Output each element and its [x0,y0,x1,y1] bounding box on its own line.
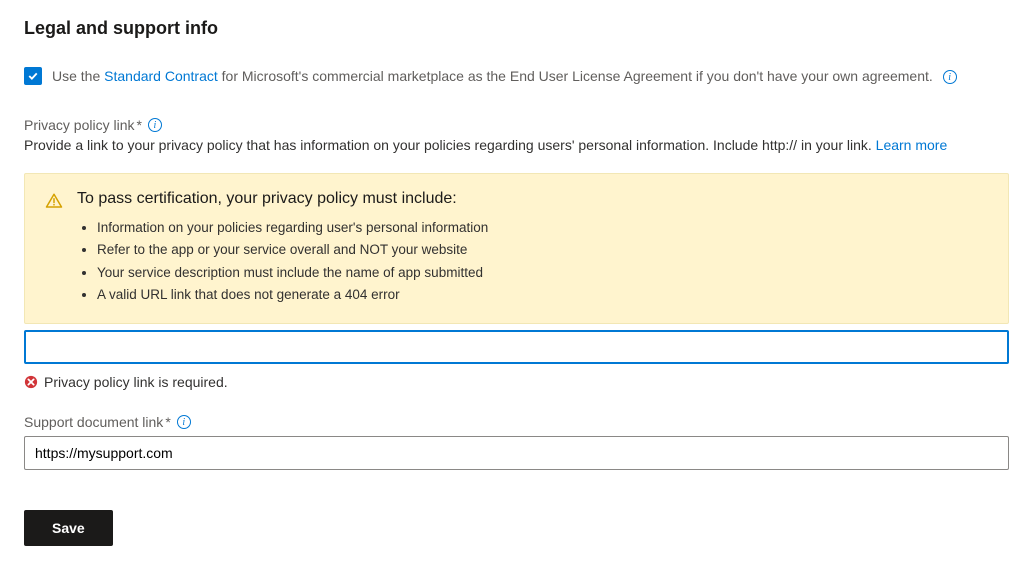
support-label: Support document link [24,414,163,430]
standard-contract-text: Use the Standard Contract for Microsoft'… [52,68,957,84]
standard-contract-row: Use the Standard Contract for Microsoft'… [24,67,1009,85]
warning-icon [45,192,63,213]
privacy-description-row: Provide a link to your privacy policy th… [24,137,1009,153]
alert-heading: To pass certification, your privacy poli… [77,190,988,208]
privacy-label-row: Privacy policy link* i [24,117,1009,133]
required-indicator: * [165,414,170,430]
alert-item: Refer to the app or your service overall… [97,240,988,260]
support-section: Support document link* i [24,414,1009,470]
alert-item: Information on your policies regarding u… [97,218,988,238]
privacy-link-input[interactable] [24,330,1009,364]
support-link-input[interactable] [24,436,1009,470]
contract-suffix: for Microsoft's commercial marketplace a… [218,68,933,84]
info-icon[interactable]: i [943,70,957,84]
check-icon [27,70,39,82]
privacy-error-row: Privacy policy link is required. [24,374,1009,390]
alert-content: To pass certification, your privacy poli… [77,190,988,307]
section-title: Legal and support info [24,18,1009,39]
alert-list: Information on your policies regarding u… [77,218,988,305]
info-icon[interactable]: i [148,118,162,132]
standard-contract-checkbox[interactable] [24,67,42,85]
required-indicator: * [136,117,141,133]
save-button[interactable]: Save [24,510,113,546]
learn-more-link[interactable]: Learn more [876,137,948,153]
error-icon [24,375,38,389]
alert-item: Your service description must include th… [97,263,988,283]
support-label-row: Support document link* i [24,414,1009,430]
contract-prefix: Use the [52,68,104,84]
privacy-description: Provide a link to your privacy policy th… [24,137,876,153]
info-icon[interactable]: i [177,415,191,429]
certification-alert: To pass certification, your privacy poli… [24,173,1009,324]
privacy-label: Privacy policy link [24,117,134,133]
privacy-error-text: Privacy policy link is required. [44,374,228,390]
standard-contract-link[interactable]: Standard Contract [104,68,218,84]
alert-item: A valid URL link that does not generate … [97,285,988,305]
